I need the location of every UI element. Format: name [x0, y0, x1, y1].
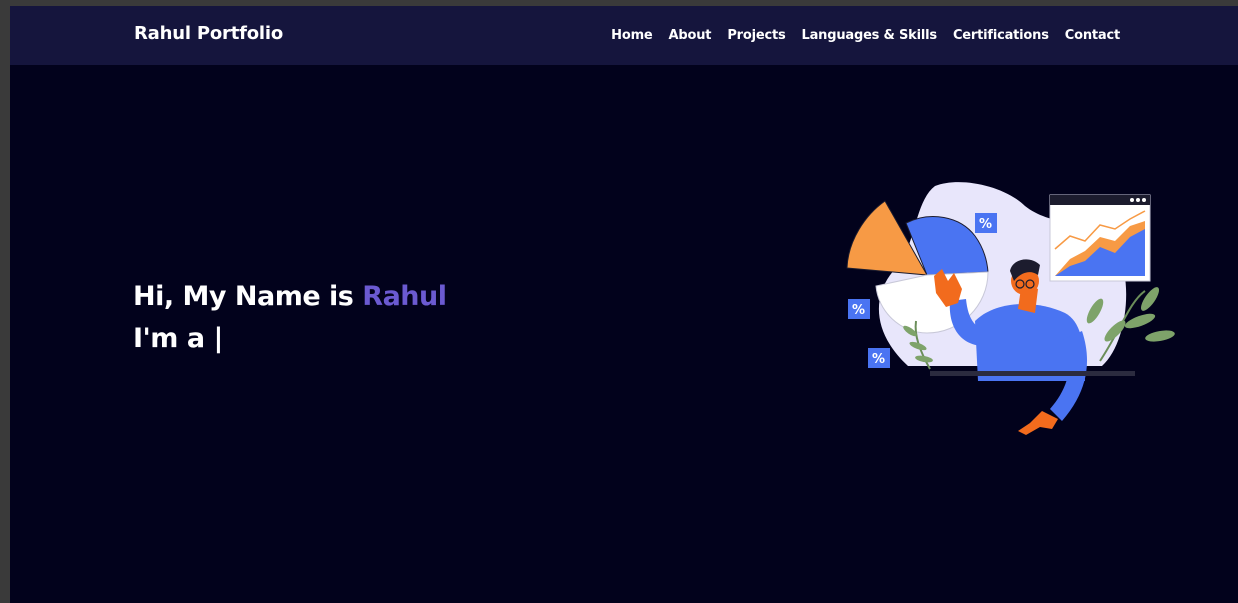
percent-badge-top-label: % [979, 217, 992, 232]
nav-languages-skills-link[interactable]: Languages & Skills [802, 28, 938, 43]
percent-badge-bottom-label: % [872, 352, 885, 367]
typing-cursor: | [213, 323, 223, 354]
hero-illustration: % % % [846, 182, 1175, 435]
nav-home-link[interactable]: Home [611, 28, 653, 43]
desk-shadow [930, 371, 1135, 376]
hero-intro: Hi, My Name is Rahul I'm a | [133, 276, 447, 360]
nav-about-link[interactable]: About [669, 28, 712, 43]
nav-contact-link[interactable]: Contact [1065, 28, 1120, 43]
nav-links: Home About Projects Languages & Skills C… [611, 28, 1120, 43]
percent-badge-left-label: % [852, 303, 865, 318]
navbar: Rahul Portfolio Home About Projects Lang… [10, 6, 1238, 65]
greeting-prefix: Hi, My Name is [133, 281, 354, 312]
line-chart-window-icon [1049, 194, 1151, 282]
hero-name: Rahul [362, 281, 447, 312]
role-prefix: I'm a [133, 323, 205, 354]
brand-logo[interactable]: Rahul Portfolio [134, 23, 283, 44]
hero-role: I'm a | [133, 318, 447, 360]
hero-greeting: Hi, My Name is Rahul [133, 276, 447, 318]
nav-certifications-link[interactable]: Certifications [953, 28, 1049, 43]
browser-viewport: Rahul Portfolio Home About Projects Lang… [10, 6, 1238, 603]
nav-projects-link[interactable]: Projects [727, 28, 785, 43]
